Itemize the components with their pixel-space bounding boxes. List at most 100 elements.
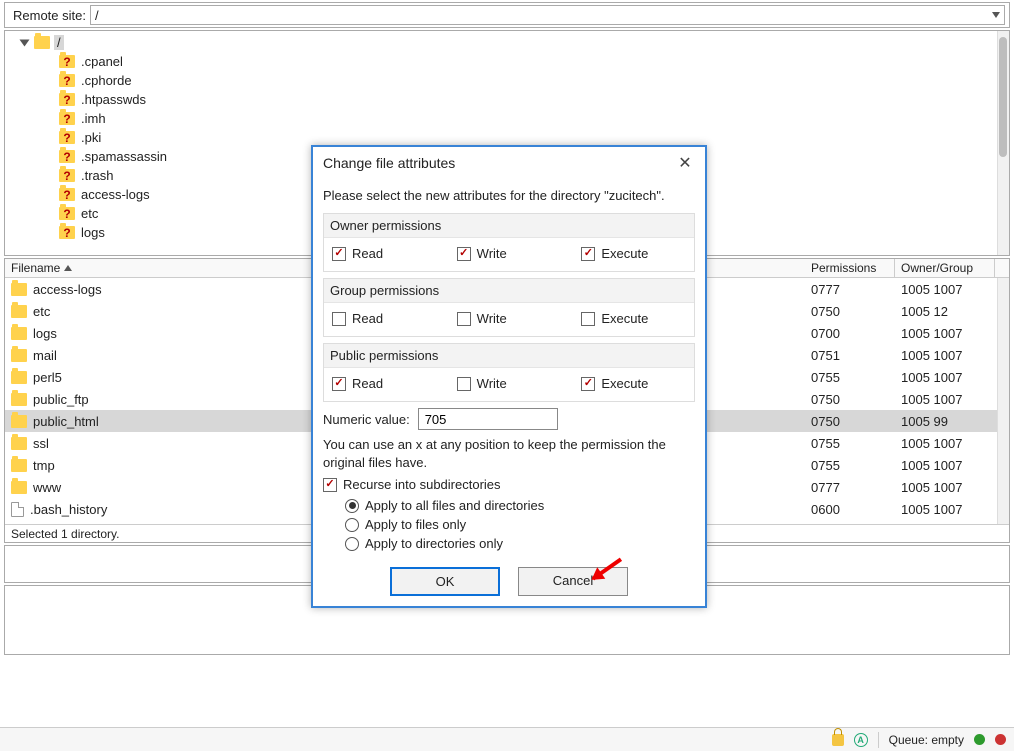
tree-scrollbar-thumb[interactable] — [999, 37, 1007, 157]
file-icon — [11, 524, 24, 525]
numeric-value-input[interactable] — [418, 408, 558, 430]
cell-owner: 1005 1007 — [895, 480, 995, 495]
filename-label: public_html — [33, 414, 99, 429]
ok-button[interactable]: OK — [390, 567, 500, 596]
recurse-checkbox[interactable]: Recurse into subdirectories — [323, 477, 695, 492]
checkbox-checked-icon — [323, 478, 337, 492]
filename-label: logs — [33, 326, 57, 341]
sort-ascending-icon — [64, 265, 72, 271]
file-attributes-dialog: Change file attributes ✕ Please select t… — [311, 145, 707, 608]
checkbox-checked-icon — [457, 247, 471, 261]
radio-apply-all[interactable]: Apply to all files and directories — [345, 496, 695, 515]
tree-item-label: etc — [81, 206, 98, 221]
dialog-description: Please select the new attributes for the… — [323, 187, 695, 205]
a-status-icon[interactable]: A — [854, 733, 868, 747]
filename-label: tmp — [33, 458, 55, 473]
folder-icon — [11, 349, 27, 362]
owner-write-checkbox[interactable]: Write — [457, 246, 562, 261]
dialog-button-row: OK Cancel — [323, 567, 695, 596]
public-permissions-group: Public permissions Read Write Execute — [323, 343, 695, 402]
cell-filename: tmp — [5, 458, 315, 473]
checkbox-checked-icon — [581, 247, 595, 261]
remote-path-dropdown[interactable]: / — [90, 5, 1005, 25]
tree-item-label: .cphorde — [81, 73, 132, 88]
public-execute-checkbox[interactable]: Execute — [581, 376, 686, 391]
owner-read-checkbox[interactable]: Read — [332, 246, 437, 261]
list-scrollbar[interactable] — [997, 278, 1009, 524]
expand-arrow-icon[interactable] — [20, 39, 30, 46]
folder-unknown-icon — [59, 207, 75, 220]
filename-label: etc — [33, 304, 50, 319]
folder-icon — [11, 371, 27, 384]
group-execute-checkbox[interactable]: Execute — [581, 311, 686, 326]
cell-owner: 1005 1007 — [895, 458, 995, 473]
activity-led-green — [974, 734, 985, 745]
numeric-value-row: Numeric value: — [323, 408, 695, 430]
tree-item[interactable]: .imh — [59, 109, 1009, 128]
filename-label: mail — [33, 348, 57, 363]
cell-owner: 1005 1007 — [895, 282, 995, 297]
activity-led-red — [995, 734, 1006, 745]
folder-icon — [34, 36, 50, 49]
cell-filename: logs — [5, 326, 315, 341]
tree-item[interactable]: .cphorde — [59, 71, 1009, 90]
tree-item-label: .trash — [81, 168, 114, 183]
folder-unknown-icon — [59, 74, 75, 87]
public-write-checkbox[interactable]: Write — [457, 376, 562, 391]
group-permissions-group: Group permissions Read Write Execute — [323, 278, 695, 337]
radio-apply-files[interactable]: Apply to files only — [345, 515, 695, 534]
cell-filename: access-logs — [5, 282, 315, 297]
filename-label: ssl — [33, 436, 49, 451]
recurse-mode-radiogroup: Apply to all files and directories Apply… — [345, 496, 695, 553]
owner-execute-checkbox[interactable]: Execute — [581, 246, 686, 261]
folder-icon — [11, 415, 27, 428]
cancel-button[interactable]: Cancel — [518, 567, 628, 596]
remote-path-value: / — [95, 8, 99, 23]
queue-status-label: Queue: empty — [889, 733, 964, 747]
cell-filename: perl5 — [5, 370, 315, 385]
folder-icon — [11, 283, 27, 296]
filename-label: .bash_history — [30, 502, 107, 517]
dialog-titlebar[interactable]: Change file attributes ✕ — [313, 147, 705, 179]
tree-item-label: .htpasswds — [81, 92, 146, 107]
cell-permissions: 0777 — [805, 480, 895, 495]
cell-filename: public_ftp — [5, 392, 315, 407]
cell-permissions: 0750 — [805, 414, 895, 429]
tree-scrollbar[interactable] — [997, 31, 1009, 255]
cell-permissions: 0777 — [805, 282, 895, 297]
cell-owner: 1005 1007 — [895, 348, 995, 363]
checkbox-checked-icon — [581, 377, 595, 391]
cell-permissions: 0755 — [805, 458, 895, 473]
folder-unknown-icon — [59, 169, 75, 182]
lock-icon[interactable] — [832, 734, 844, 746]
tree-item-label: .spamassassin — [81, 149, 167, 164]
group-write-checkbox[interactable]: Write — [457, 311, 562, 326]
dialog-title: Change file attributes — [323, 155, 455, 171]
col-header-permissions[interactable]: Permissions — [805, 259, 895, 277]
public-read-checkbox[interactable]: Read — [332, 376, 437, 391]
folder-icon — [11, 393, 27, 406]
cell-owner: 1005 1007 — [895, 502, 995, 517]
col-header-owner[interactable]: Owner/Group — [895, 259, 995, 277]
col-scroll-gutter — [995, 259, 1009, 277]
folder-unknown-icon — [59, 150, 75, 163]
tree-item[interactable]: .htpasswds — [59, 90, 1009, 109]
cell-filename: ssl — [5, 436, 315, 451]
close-icon[interactable]: ✕ — [675, 153, 695, 173]
numeric-hint: You can use an x at any position to keep… — [323, 436, 695, 471]
group-read-checkbox[interactable]: Read — [332, 311, 437, 326]
owner-legend: Owner permissions — [324, 214, 694, 238]
dialog-body: Please select the new attributes for the… — [313, 179, 705, 606]
chevron-down-icon — [992, 12, 1000, 18]
cell-owner: 1005 99 — [895, 414, 995, 429]
radio-apply-dirs[interactable]: Apply to directories only — [345, 534, 695, 553]
remote-site-label: Remote site: — [9, 8, 90, 23]
cell-owner: 1005 1007 — [895, 436, 995, 451]
cell-filename: www — [5, 480, 315, 495]
col-header-filename[interactable]: Filename — [5, 259, 315, 277]
folder-icon — [11, 437, 27, 450]
cell-owner: 1005 1007 — [895, 326, 995, 341]
numeric-label: Numeric value: — [323, 412, 410, 427]
tree-root-row[interactable]: / — [21, 35, 1009, 50]
tree-item[interactable]: .cpanel — [59, 52, 1009, 71]
